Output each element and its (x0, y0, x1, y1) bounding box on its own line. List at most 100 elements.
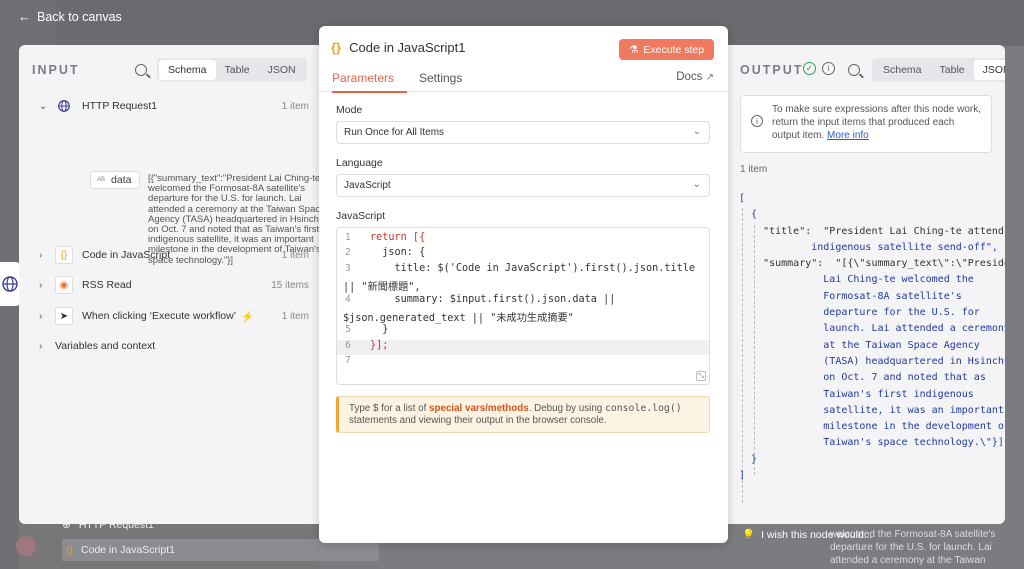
cursor-icon: ➤ (55, 307, 73, 325)
feedback-prompt[interactable]: 💡 I wish this node would... (742, 528, 873, 542)
language-select[interactable]: JavaScript ⌄ (336, 174, 710, 197)
code-line[interactable]: 1 return [{ (337, 232, 709, 247)
line-number: 7 (345, 355, 351, 367)
input-node-row[interactable]: › ◉ RSS Read 15 items (39, 275, 309, 295)
code-line[interactable]: $json.generated_text || "未成功生成摘要" (337, 309, 709, 324)
mode-select[interactable]: Run Once for All Items ⌄ (336, 121, 710, 144)
code-label: JavaScript (336, 210, 386, 222)
item-count: 1 item (281, 310, 309, 322)
search-icon[interactable] (135, 64, 147, 76)
input-panel: INPUT Schema Table JSON ⌄ HTTP Request1 … (19, 45, 325, 524)
globe-icon (55, 97, 73, 115)
json-line: (TASA) headquartered in Hsinchu (739, 355, 1005, 367)
code-text: || "新聞標題", (343, 282, 421, 294)
resize-handle-icon[interactable]: ⤡ (696, 371, 706, 381)
code-line[interactable]: 4 summary: $input.first().json.data || (337, 294, 709, 309)
input-title: INPUT (32, 63, 80, 77)
code-text: }]; (370, 339, 389, 351)
code-line[interactable]: 3 title: $('Code in JavaScript').first()… (337, 263, 709, 278)
chevron-right-icon[interactable]: › (39, 280, 55, 291)
language-value: JavaScript (344, 180, 391, 191)
json-line: } (739, 453, 758, 465)
docs-link[interactable]: Docs ↗ (676, 71, 714, 83)
node-editor-panel: {} Code in JavaScript1 ⚗ Execute step Pa… (319, 26, 728, 543)
line-number: 2 (345, 247, 351, 259)
line-number: 4 (345, 293, 351, 305)
input-view-switch: Schema Table JSON (157, 58, 307, 82)
input-node-row[interactable]: › ➤ When clicking ‘Execute workflow’ ⚡ 1… (39, 306, 309, 326)
item-count: 15 items (271, 279, 309, 291)
view-table-tab[interactable]: Table (216, 60, 259, 80)
tab-parameters[interactable]: Parameters (332, 71, 407, 93)
code-line[interactable]: 5 } (337, 324, 709, 339)
input-node-row[interactable]: › {} Code in JavaScript 1 item (39, 245, 309, 265)
success-check-icon: ✓ (803, 62, 816, 75)
chevron-down-icon: ⌄ (692, 179, 701, 190)
json-line: launch. Lai attended a ceremony (739, 323, 1005, 335)
output-title: OUTPUT (740, 63, 804, 77)
output-item-count: 1 item (740, 164, 768, 175)
execute-step-button[interactable]: ⚗ Execute step (619, 39, 714, 60)
flask-icon: ⚗ (628, 43, 639, 56)
arrow-left-icon: ← (18, 9, 31, 24)
json-line: [ (739, 193, 746, 204)
code-editor[interactable]: ⤡ 1 return [{ 2 json: {3 title: $('Code in… (336, 227, 710, 385)
execute-step-label: Execute step (643, 43, 705, 56)
back-label: Back to canvas (37, 9, 122, 24)
code-text: return [{ (370, 232, 426, 243)
tab-settings[interactable]: Settings (419, 71, 462, 85)
json-line: { (739, 209, 758, 221)
field-chip[interactable]: AB data (90, 171, 140, 189)
node-type-tab[interactable] (0, 262, 20, 306)
json-line: at the Taiwan Space Agency (739, 339, 980, 351)
view-json-tab[interactable]: JSON (259, 60, 305, 80)
hint-text: statements and viewing their output in t… (349, 415, 607, 426)
docs-label: Docs (676, 71, 703, 83)
json-line: "title": "President Lai Ching-te attends (739, 225, 1005, 237)
braces-icon: {} (66, 544, 74, 556)
view-json-tab[interactable]: JSON (973, 60, 1005, 80)
item-count: 1 item (281, 249, 309, 261)
variables-label: Variables and context (55, 340, 156, 352)
back-to-canvas-link[interactable]: ← Back to canvas (18, 9, 122, 24)
json-line: milestone in the development of (739, 421, 1005, 433)
more-info-link[interactable]: More info (827, 130, 869, 141)
search-icon[interactable] (848, 64, 860, 76)
output-view-switch: Schema Table JSON (872, 58, 1005, 82)
chevron-down-icon[interactable]: ⌄ (39, 101, 55, 112)
variables-row[interactable]: › Variables and context (39, 336, 309, 356)
view-schema-tab[interactable]: Schema (874, 60, 931, 80)
feedback-label: I wish this node would... (761, 528, 873, 541)
avatar[interactable] (16, 536, 36, 556)
language-label: Language (336, 157, 383, 169)
code-text: summary: $input.first().json.data || (370, 293, 616, 305)
info-icon: i (751, 115, 763, 127)
json-line: ] (739, 470, 746, 482)
view-table-tab[interactable]: Table (931, 60, 974, 80)
json-line: on Oct. 7 and noted that as (739, 372, 986, 384)
code-text: title: $('Code in JavaScript').first().j… (370, 262, 696, 274)
view-schema-tab[interactable]: Schema (159, 60, 216, 80)
json-line: departure for the U.S. for (739, 307, 980, 319)
node-title[interactable]: Code in JavaScript1 (349, 40, 465, 55)
code-text: $json.generated_text || "未成功生成摘要" (343, 313, 574, 324)
globe-icon (2, 276, 18, 292)
code-line[interactable]: 2 json: { (337, 247, 709, 262)
output-json-view: [ { "title": "President Lai Ching-te att… (739, 191, 1005, 484)
info-callout: i To make sure expressions after this no… (740, 95, 992, 153)
line-number: 1 (345, 232, 351, 243)
input-node-row[interactable]: ⌄ HTTP Request1 1 item (39, 96, 309, 116)
chevron-right-icon[interactable]: › (39, 250, 55, 261)
code-line[interactable]: || "新聞標題", (337, 278, 709, 293)
special-vars-link[interactable]: special vars/methods (429, 403, 529, 414)
code-text: } (370, 324, 389, 336)
line-number: 6 (345, 339, 351, 351)
chevron-right-icon[interactable]: › (39, 311, 55, 322)
code-line[interactable]: 6}]; (337, 339, 709, 356)
line-number: 3 (345, 262, 351, 274)
code-line[interactable]: 7 (337, 355, 709, 370)
info-icon[interactable]: i (822, 62, 835, 75)
mode-value: Run Once for All Items (344, 127, 445, 138)
lightbulb-icon: 💡 (742, 529, 756, 541)
chevron-right-icon[interactable]: › (39, 341, 55, 352)
